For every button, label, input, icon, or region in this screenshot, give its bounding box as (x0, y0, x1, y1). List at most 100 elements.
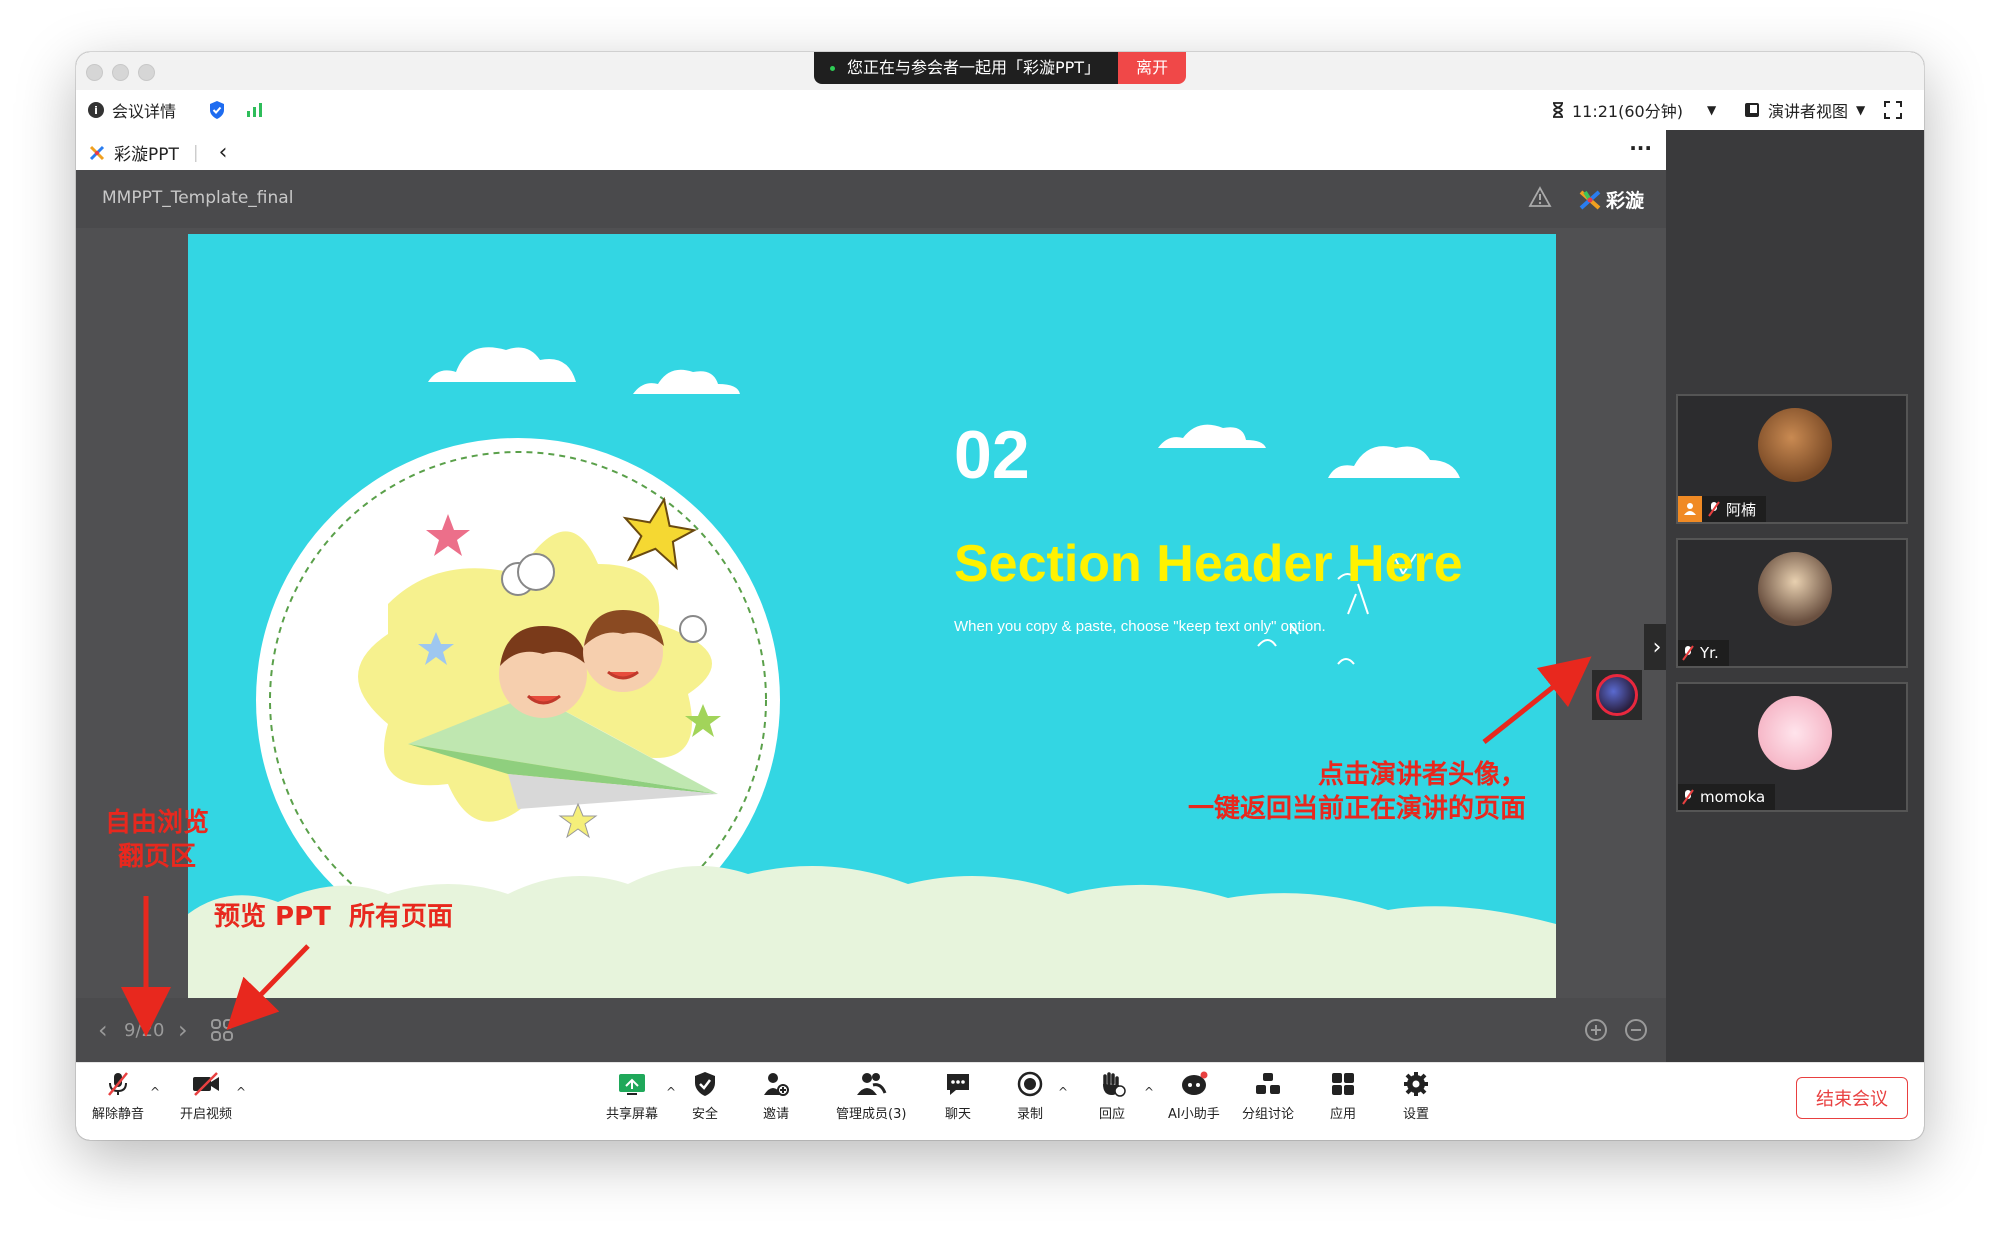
minimize-window-button[interactable] (112, 64, 129, 81)
record-options-chevron-icon[interactable]: ^ (1058, 1085, 1068, 1099)
fullscreen-icon[interactable] (1884, 90, 1902, 130)
ai-assistant-icon (1181, 1071, 1208, 1095)
mic-muted-icon (108, 1072, 128, 1096)
slide-header: Section Header Here (954, 535, 1463, 593)
app-name: 彩漩PPT (114, 145, 179, 165)
presentation-stage[interactable]: 02 Section Header Here When you copy & p… (76, 228, 1670, 1004)
app-title: 彩漩PPT | ‹ (88, 140, 227, 165)
breakout-rooms-button[interactable]: 分组讨论 (1242, 1071, 1294, 1122)
settings-button[interactable]: 设置 (1402, 1071, 1430, 1122)
share-screen-icon (619, 1074, 645, 1095)
caixuan-brand: 彩漩 (1578, 186, 1644, 213)
slide-number: 02 (954, 417, 1030, 493)
presenter-avatar (1596, 674, 1638, 716)
members-icon (857, 1073, 887, 1095)
title-bar: 您正在与参会者一起用「彩漩PPT」 离开 (76, 52, 1924, 91)
prev-page-button[interactable]: ‹ (98, 1016, 108, 1044)
warning-icon[interactable] (1528, 186, 1552, 213)
participant-panel: 阿楠 Yr. momoka (1666, 130, 1924, 1062)
meeting-timer[interactable]: 11:21(60分钟) ▼ (1552, 90, 1716, 130)
caixuan-logo-icon (1579, 190, 1601, 209)
shield-icon (695, 1072, 715, 1096)
zoom-out-icon[interactable] (1624, 1018, 1648, 1047)
chevron-down-icon: ▼ (1706, 103, 1717, 117)
page-navigation-bar: ‹ 9/20 › (76, 998, 1666, 1062)
audio-options-chevron-icon[interactable]: ^ (150, 1085, 160, 1099)
next-page-button[interactable]: › (178, 1016, 188, 1044)
meeting-window: 您正在与参会者一起用「彩漩PPT」 离开 i 会议详情 11:21(60分钟) … (76, 52, 1924, 1140)
record-icon (1017, 1071, 1043, 1097)
record-button[interactable]: 录制 (1016, 1071, 1044, 1122)
network-signal-icon[interactable] (246, 90, 264, 130)
share-screen-button[interactable]: 共享屏幕 (606, 1071, 658, 1122)
avatar (1758, 552, 1832, 626)
close-window-button[interactable] (86, 64, 103, 81)
back-chevron-icon[interactable]: ‹ (219, 140, 228, 165)
chat-icon (947, 1074, 969, 1095)
slide-canvas: 02 Section Header Here When you copy & p… (188, 234, 1556, 1004)
presenter-avatar-button[interactable] (1592, 670, 1642, 720)
apps-button[interactable]: 应用 (1330, 1071, 1356, 1122)
page-indicator: 9/20 (124, 1020, 165, 1041)
annotation-preview-all: 预览 PPT 所有页面 (214, 902, 454, 932)
unmute-button[interactable]: 解除静音 (92, 1071, 144, 1122)
participant-tile[interactable]: Yr. (1676, 538, 1908, 668)
zoom-window-button[interactable] (138, 64, 155, 81)
end-meeting-button[interactable]: 结束会议 (1796, 1077, 1908, 1119)
meeting-details-button[interactable]: i 会议详情 (88, 90, 176, 130)
slide-artwork (188, 347, 1556, 1004)
layout-icon (1745, 103, 1759, 117)
sharing-banner: 您正在与参会者一起用「彩漩PPT」 离开 (814, 52, 1187, 84)
app-bar: 彩漩PPT | ‹ ··· (76, 130, 1666, 171)
annotation-presenter: 点击演讲者头像， 一键返回当前正在演讲的页面 (1187, 760, 1526, 824)
document-bar: MMPPT_Template_final 彩漩 (76, 170, 1666, 228)
document-filename: MMPPT_Template_final (102, 188, 294, 208)
info-icon: i (88, 102, 104, 118)
meeting-details-label: 会议详情 (112, 102, 177, 121)
leave-share-button[interactable]: 离开 (1118, 52, 1187, 84)
breakout-icon (1256, 1073, 1280, 1094)
invite-button[interactable]: 邀请 (762, 1071, 790, 1122)
ai-assistant-button[interactable]: AI小助手 (1168, 1071, 1220, 1122)
raise-hand-icon (1103, 1072, 1126, 1097)
grid-preview-icon[interactable] (210, 1018, 234, 1047)
start-video-button[interactable]: 开启视频 (180, 1071, 232, 1122)
hourglass-icon (1553, 102, 1563, 118)
security-shield-icon[interactable] (208, 90, 226, 130)
caixuan-logo-icon (89, 145, 105, 160)
security-button[interactable]: 安全 (692, 1071, 718, 1122)
meeting-toolbar: 解除静音 ^ 开启视频 ^ 共享屏幕 ^ 安全 邀请 管理成员(3) 聊天 录制… (76, 1062, 1924, 1140)
sharing-status-dot (830, 65, 835, 71)
view-mode-button[interactable]: 演讲者视图 ▼ (1744, 90, 1865, 130)
mic-muted-icon (1682, 645, 1694, 661)
participant-name: 阿楠 (1726, 500, 1757, 519)
manage-members-button[interactable]: 管理成员(3) (836, 1071, 906, 1122)
mic-muted-icon (1682, 789, 1694, 805)
avatar (1758, 696, 1832, 770)
annotation-free-browse: 自由浏览 翻页区 (104, 808, 209, 872)
gear-icon (1404, 1072, 1428, 1096)
participant-name: momoka (1700, 788, 1766, 806)
timer-label: 11:21(60分钟) (1572, 102, 1683, 121)
zoom-in-icon[interactable] (1584, 1018, 1608, 1047)
more-options-icon[interactable]: ··· (1629, 136, 1652, 160)
reactions-button[interactable]: 回应 (1098, 1071, 1126, 1122)
view-mode-label: 演讲者视图 (1768, 102, 1849, 121)
add-user-icon (764, 1073, 789, 1096)
mic-muted-icon (1708, 501, 1720, 517)
reactions-options-chevron-icon[interactable]: ^ (1144, 1085, 1154, 1099)
chat-button[interactable]: 聊天 (944, 1071, 972, 1122)
camera-off-icon (193, 1072, 219, 1096)
participant-tile[interactable]: 阿楠 (1676, 394, 1908, 524)
participant-tile[interactable]: momoka (1676, 682, 1908, 812)
participant-name: Yr. (1700, 644, 1719, 662)
avatar (1758, 408, 1832, 482)
share-options-chevron-icon[interactable]: ^ (666, 1085, 676, 1099)
sharing-text: 您正在与参会者一起用「彩漩PPT」 (847, 58, 1101, 77)
video-options-chevron-icon[interactable]: ^ (236, 1085, 246, 1099)
apps-icon (1332, 1073, 1354, 1095)
host-badge-icon (1678, 496, 1702, 522)
chevron-down-icon: ▼ (1856, 103, 1866, 117)
slide-subtitle: When you copy & paste, choose "keep text… (954, 618, 1326, 635)
meeting-info-bar: i 会议详情 11:21(60分钟) ▼ 演讲者视图 ▼ (76, 90, 1924, 131)
